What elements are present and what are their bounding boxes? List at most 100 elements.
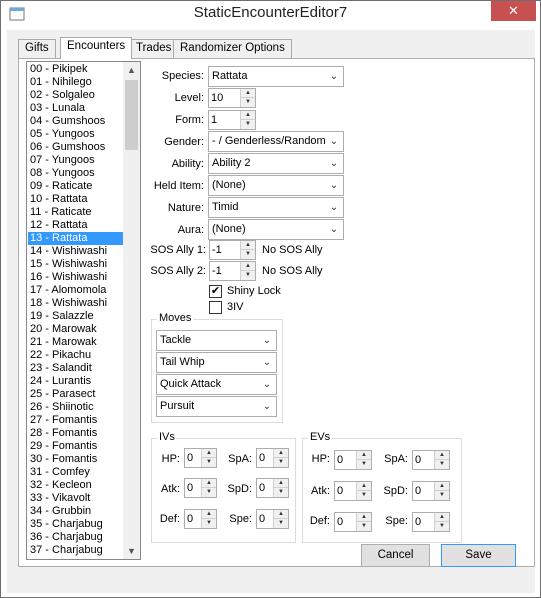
close-button[interactable]: ✕ <box>491 1 536 21</box>
cancel-button[interactable]: Cancel <box>361 544 430 567</box>
tab-encounters[interactable]: Encounters <box>60 37 133 59</box>
stepper-down-icon[interactable]: ▼ <box>241 120 255 129</box>
list-item[interactable]: 30 - Fomantis <box>28 453 127 466</box>
move-4-combo[interactable]: Pursuit ⌄ <box>156 396 277 417</box>
list-item[interactable]: 29 - Fomantis <box>28 440 127 453</box>
list-item[interactable]: 17 - Alomomola <box>28 284 127 297</box>
stepper-up-icon[interactable]: ▲ <box>357 513 371 522</box>
list-item[interactable]: 12 - Rattata <box>28 219 127 232</box>
iv-spa-stepper[interactable]: 0 ▲ ▼ <box>256 448 289 468</box>
scroll-down-icon[interactable]: ▼ <box>123 543 140 559</box>
save-button[interactable]: Save <box>441 544 516 567</box>
move-3-combo[interactable]: Quick Attack ⌄ <box>156 374 277 395</box>
list-item[interactable]: 01 - Nihilego <box>28 76 127 89</box>
stepper-down-icon[interactable]: ▼ <box>357 522 371 531</box>
shiny-lock-checkbox[interactable]: ✔ <box>209 285 222 298</box>
list-item[interactable]: 00 - Pikipek <box>28 63 127 76</box>
tab-trades[interactable]: Trades <box>129 39 179 58</box>
list-item[interactable]: 25 - Parasect <box>28 388 127 401</box>
stepper-up-icon[interactable]: ▲ <box>202 449 216 458</box>
held-item-combo[interactable]: (None) ⌄ <box>208 175 344 196</box>
ev-def-stepper[interactable]: 0 ▲ ▼ <box>334 512 372 532</box>
list-item[interactable]: 23 - Salandit <box>28 362 127 375</box>
ev-spa-stepper[interactable]: 0 ▲ ▼ <box>412 450 450 470</box>
iv-spe-stepper[interactable]: 0 ▲ ▼ <box>256 509 289 529</box>
stepper-down-icon[interactable]: ▼ <box>435 491 449 500</box>
move-2-combo[interactable]: Tail Whip ⌄ <box>156 352 277 373</box>
list-item[interactable]: 05 - Yungoos <box>28 128 127 141</box>
stepper-down-icon[interactable]: ▼ <box>435 460 449 469</box>
list-item[interactable]: 26 - Shiinotic <box>28 401 127 414</box>
species-combo[interactable]: Rattata ⌄ <box>208 66 344 87</box>
stepper-down-icon[interactable]: ▼ <box>274 488 288 497</box>
list-item[interactable]: 09 - Raticate <box>28 180 127 193</box>
move-1-combo[interactable]: Tackle ⌄ <box>156 330 277 351</box>
stepper-up-icon[interactable]: ▲ <box>202 510 216 519</box>
stepper-down-icon[interactable]: ▼ <box>202 488 216 497</box>
stepper-down-icon[interactable]: ▼ <box>241 271 255 280</box>
list-item[interactable]: 34 - Grubbin <box>28 505 127 518</box>
sos-ally-1-stepper[interactable]: -1 ▲ ▼ <box>209 240 256 260</box>
list-item[interactable]: 06 - Gumshoos <box>28 141 127 154</box>
stepper-down-icon[interactable]: ▼ <box>357 491 371 500</box>
sos-ally-2-stepper[interactable]: -1 ▲ ▼ <box>209 261 256 281</box>
stepper-up-icon[interactable]: ▲ <box>241 89 255 98</box>
ev-hp-stepper[interactable]: 0 ▲ ▼ <box>334 450 372 470</box>
form-stepper[interactable]: 1 ▲ ▼ <box>208 110 256 130</box>
list-item[interactable]: 28 - Fomantis <box>28 427 127 440</box>
tab-randomizer-options[interactable]: Randomizer Options <box>173 39 292 58</box>
list-item[interactable]: 20 - Marowak <box>28 323 127 336</box>
tab-gifts[interactable]: Gifts <box>18 39 56 58</box>
iv-spd-stepper[interactable]: 0 ▲ ▼ <box>256 478 289 498</box>
list-item[interactable]: 21 - Marowak <box>28 336 127 349</box>
encounter-list[interactable]: 00 - Pikipek 01 - Nihilego 02 - Solgaleo 03… <box>26 61 141 560</box>
stepper-up-icon[interactable]: ▲ <box>435 451 449 460</box>
stepper-up-icon[interactable]: ▲ <box>435 513 449 522</box>
stepper-down-icon[interactable]: ▼ <box>202 519 216 528</box>
list-item[interactable]: 13 - Rattata <box>28 232 127 245</box>
iv-atk-stepper[interactable]: 0 ▲ ▼ <box>184 478 217 498</box>
iv-def-stepper[interactable]: 0 ▲ ▼ <box>184 509 217 529</box>
list-item[interactable]: 31 - Comfey <box>28 466 127 479</box>
list-item[interactable]: 03 - Lunala <box>28 102 127 115</box>
stepper-down-icon[interactable]: ▼ <box>274 458 288 467</box>
list-item[interactable]: 35 - Charjabug <box>28 518 127 531</box>
ev-atk-stepper[interactable]: 0 ▲ ▼ <box>334 481 372 501</box>
list-item[interactable]: 33 - Vikavolt <box>28 492 127 505</box>
list-item[interactable]: 36 - Charjabug <box>28 531 127 544</box>
list-item[interactable]: 18 - Wishiwashi <box>28 297 127 310</box>
list-item[interactable]: 14 - Wishiwashi <box>28 245 127 258</box>
list-item[interactable]: 10 - Rattata <box>28 193 127 206</box>
list-item[interactable]: 24 - Lurantis <box>28 375 127 388</box>
list-item[interactable]: 19 - Salazzle <box>28 310 127 323</box>
stepper-down-icon[interactable]: ▼ <box>435 522 449 531</box>
gender-combo[interactable]: - / Genderless/Random ⌄ <box>208 131 344 152</box>
stepper-up-icon[interactable]: ▲ <box>274 510 288 519</box>
ability-combo[interactable]: Ability 2 ⌄ <box>208 153 344 174</box>
stepper-up-icon[interactable]: ▲ <box>435 482 449 491</box>
list-item[interactable]: 02 - Solgaleo <box>28 89 127 102</box>
aura-combo[interactable]: (None) ⌄ <box>208 219 344 240</box>
stepper-up-icon[interactable]: ▲ <box>357 482 371 491</box>
level-stepper[interactable]: 10 ▲ ▼ <box>208 88 256 108</box>
stepper-up-icon[interactable]: ▲ <box>241 262 255 271</box>
list-scrollbar[interactable]: ▲ ▼ <box>123 62 140 559</box>
stepper-up-icon[interactable]: ▲ <box>241 111 255 120</box>
stepper-up-icon[interactable]: ▲ <box>202 479 216 488</box>
list-item[interactable]: 04 - Gumshoos <box>28 115 127 128</box>
list-item[interactable]: 22 - Pikachu <box>28 349 127 362</box>
stepper-down-icon[interactable]: ▼ <box>241 250 255 259</box>
ev-spd-stepper[interactable]: 0 ▲ ▼ <box>412 481 450 501</box>
list-item[interactable]: 32 - Kecleon <box>28 479 127 492</box>
stepper-down-icon[interactable]: ▼ <box>241 98 255 107</box>
stepper-up-icon[interactable]: ▲ <box>241 241 255 250</box>
stepper-up-icon[interactable]: ▲ <box>274 449 288 458</box>
list-item[interactable]: 07 - Yungoos <box>28 154 127 167</box>
scroll-thumb[interactable] <box>125 80 138 150</box>
ev-spe-stepper[interactable]: 0 ▲ ▼ <box>412 512 450 532</box>
iv-hp-stepper[interactable]: 0 ▲ ▼ <box>184 448 217 468</box>
stepper-down-icon[interactable]: ▼ <box>357 460 371 469</box>
list-item[interactable]: 15 - Wishiwashi <box>28 258 127 271</box>
list-item[interactable]: 11 - Raticate <box>28 206 127 219</box>
list-item[interactable]: 16 - Wishiwashi <box>28 271 127 284</box>
